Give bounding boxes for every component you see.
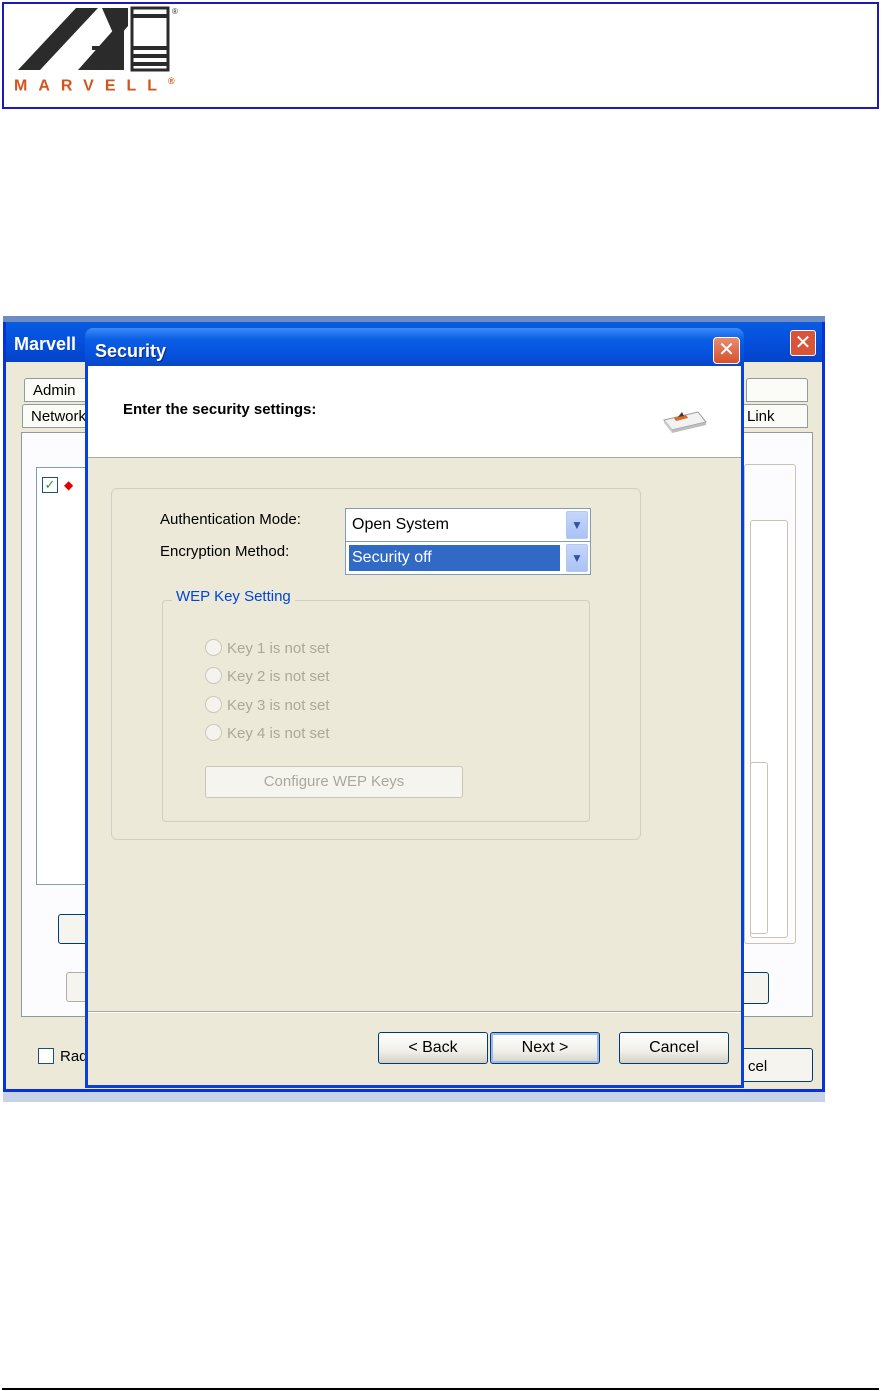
radio-icon [205,696,222,713]
marvell-logo-icon: ® [18,6,178,72]
encryption-method-select[interactable]: Security off ▼ [345,541,591,575]
wireless-card-icon [663,411,707,433]
back-button[interactable]: < Back [378,1032,488,1064]
configure-wep-keys-button[interactable]: Configure WEP Keys [205,766,463,798]
auth-mode-select[interactable]: Open System ▼ [345,508,591,542]
wep-key-3-radio[interactable]: Key 3 is not set [205,696,330,714]
dialog-separator [88,1011,741,1013]
radio-off-label: Rad [60,1048,88,1065]
checkmark-icon[interactable]: ✓ [42,477,58,493]
svg-text:®: ® [172,7,178,16]
tab-right-upper[interactable] [746,378,808,402]
status-icon: ◆ [64,478,74,492]
dialog-header: Enter the security settings: [88,366,741,458]
page-header: ® MARVELL® [2,2,879,109]
screenshot: Marvell ✕ Admin Network Link ✓ ◆ cel Rad… [3,316,825,1102]
radio-icon [205,639,222,656]
dialog-titlebar[interactable]: Security ✕ [85,328,744,366]
radio-icon [205,724,222,741]
dialog-title: Security [95,341,167,361]
security-dialog: Security ✕ Enter the security settings: … [85,328,744,1088]
auth-mode-value: Open System [352,516,449,533]
encryption-method-label: Encryption Method: [160,543,290,560]
radio-icon [205,667,222,684]
radio-off-checkbox[interactable] [38,1048,54,1064]
next-button[interactable]: Next > [490,1032,600,1064]
footer-rule [2,1388,879,1390]
wep-key-1-radio[interactable]: Key 1 is not set [205,639,330,657]
marvell-wordmark: MARVELL® [14,76,175,95]
wep-key-4-radio[interactable]: Key 4 is not set [205,724,330,742]
wep-key-group-label: WEP Key Setting [172,588,295,605]
chevron-down-icon[interactable]: ▼ [566,544,588,572]
cancel-button-background[interactable]: cel [741,1048,813,1082]
wep-key-2-radio[interactable]: Key 2 is not set [205,667,330,685]
close-icon[interactable]: ✕ [790,330,816,356]
auth-mode-label: Authentication Mode: [160,511,301,528]
encryption-method-value: Security off [349,545,560,571]
chevron-down-icon[interactable]: ▼ [566,511,588,539]
background-button-right[interactable] [741,972,769,1004]
page-title: Enter the security settings: [123,401,317,418]
cancel-button[interactable]: Cancel [619,1032,729,1064]
close-icon[interactable]: ✕ [713,337,740,364]
tab-link[interactable]: Link [738,404,808,428]
